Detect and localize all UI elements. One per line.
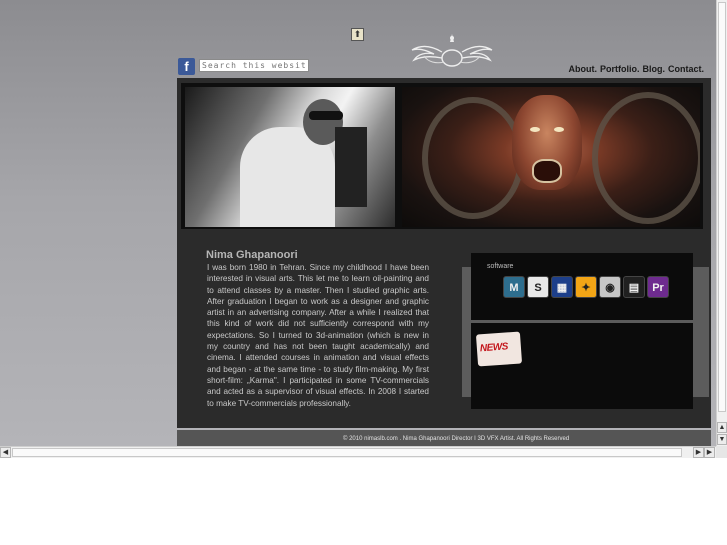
software-panel: software M S ▦ ✦ ◉ ▤ Pr xyxy=(471,253,693,320)
softimage-icon[interactable]: S xyxy=(527,276,549,298)
bio-heading: Nima Ghapanoori xyxy=(206,249,298,261)
news-label: NEWS xyxy=(479,341,509,355)
horizontal-scrollbar[interactable]: ◀ ▶ ▶ xyxy=(0,446,716,458)
nav-contact[interactable]: Contact. xyxy=(668,64,704,74)
scroll-left-button[interactable]: ◀ xyxy=(0,447,11,458)
banner xyxy=(181,83,703,229)
search-input[interactable] xyxy=(199,59,309,72)
shake-icon[interactable]: ▦ xyxy=(551,276,573,298)
horizontal-scroll-thumb[interactable] xyxy=(12,448,682,457)
news-icon[interactable]: NEWS xyxy=(475,331,523,367)
final-cut-icon[interactable]: ▤ xyxy=(623,276,645,298)
dvd-studio-icon[interactable]: ◉ xyxy=(599,276,621,298)
scroll-right-button-2[interactable]: ▶ xyxy=(704,447,715,458)
scrollbar-corner xyxy=(716,446,727,458)
main-nav: About. Portfolio. Blog. Contact. xyxy=(569,64,705,74)
site-logo[interactable] xyxy=(404,28,500,70)
footer: © 2010 nimaslb.com . Nima Ghapanoori Dir… xyxy=(177,430,711,446)
content-panel: Nima Ghapanoori I was born 1980 in Tehra… xyxy=(177,78,711,428)
vertical-scroll-thumb[interactable] xyxy=(718,2,726,412)
facebook-icon[interactable]: f xyxy=(178,58,195,75)
news-panel: NEWS xyxy=(471,323,693,409)
vertical-scrollbar[interactable]: ▲ ▼ xyxy=(716,0,727,446)
footer-copyright: © 2010 nimaslb.com . Nima Ghapanoori Dir… xyxy=(343,436,570,442)
nav-about[interactable]: About. xyxy=(569,64,598,74)
nuke-icon[interactable]: ✦ xyxy=(575,276,597,298)
browser-viewport: ⬆ f About. Portfolio. Blog. Contact. xyxy=(0,0,716,446)
bio-text: I was born 1980 in Tehran. Since my chil… xyxy=(207,263,429,408)
plugin-icon[interactable]: ⬆ xyxy=(351,28,364,41)
premiere-icon[interactable]: Pr xyxy=(647,276,669,298)
software-icons: M S ▦ ✦ ◉ ▤ Pr xyxy=(503,276,669,298)
maya-icon[interactable]: M xyxy=(503,276,525,298)
nav-portfolio[interactable]: Portfolio. xyxy=(600,64,640,74)
scroll-up-button[interactable]: ▲ xyxy=(717,422,727,433)
creature-render xyxy=(402,87,700,227)
scroll-down-button[interactable]: ▼ xyxy=(717,434,727,445)
software-label: software xyxy=(487,263,514,270)
scroll-right-button[interactable]: ▶ xyxy=(693,447,704,458)
nav-blog[interactable]: Blog. xyxy=(643,64,666,74)
portrait-photo xyxy=(185,87,395,227)
